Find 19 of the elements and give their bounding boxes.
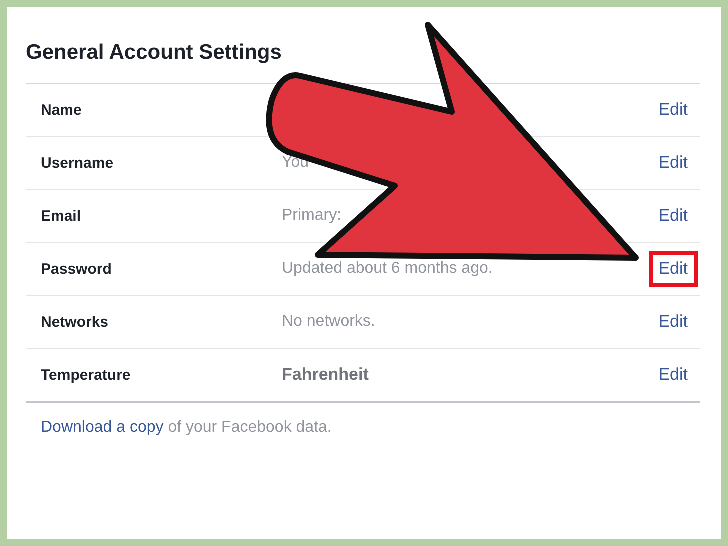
setting-value: Primary: <box>282 207 343 225</box>
edit-link[interactable]: Edit <box>648 92 698 128</box>
edit-link[interactable]: Edit <box>648 251 698 287</box>
setting-label: Password <box>41 260 113 278</box>
setting-label: Networks <box>41 314 110 330</box>
download-link[interactable]: Download a copy <box>41 419 164 436</box>
edit-link[interactable]: Edit <box>648 198 698 234</box>
setting-label: Email <box>41 208 82 224</box>
edit-link[interactable]: Edit <box>648 145 698 181</box>
edit-link[interactable]: Edit <box>648 304 698 340</box>
setting-value: Updated about 6 months ago. <box>282 260 494 278</box>
setting-label: Name <box>41 102 83 118</box>
setting-label: Temperature <box>41 366 132 384</box>
setting-label: Username <box>41 154 115 172</box>
setting-value: No networks. <box>282 313 376 331</box>
edit-link[interactable]: Edit <box>648 357 698 393</box>
setting-value: Fahrenheit <box>282 365 370 385</box>
download-sentence: Download a copy of your Facebook data. <box>41 419 333 437</box>
page-title: General Account Settings <box>26 40 283 66</box>
